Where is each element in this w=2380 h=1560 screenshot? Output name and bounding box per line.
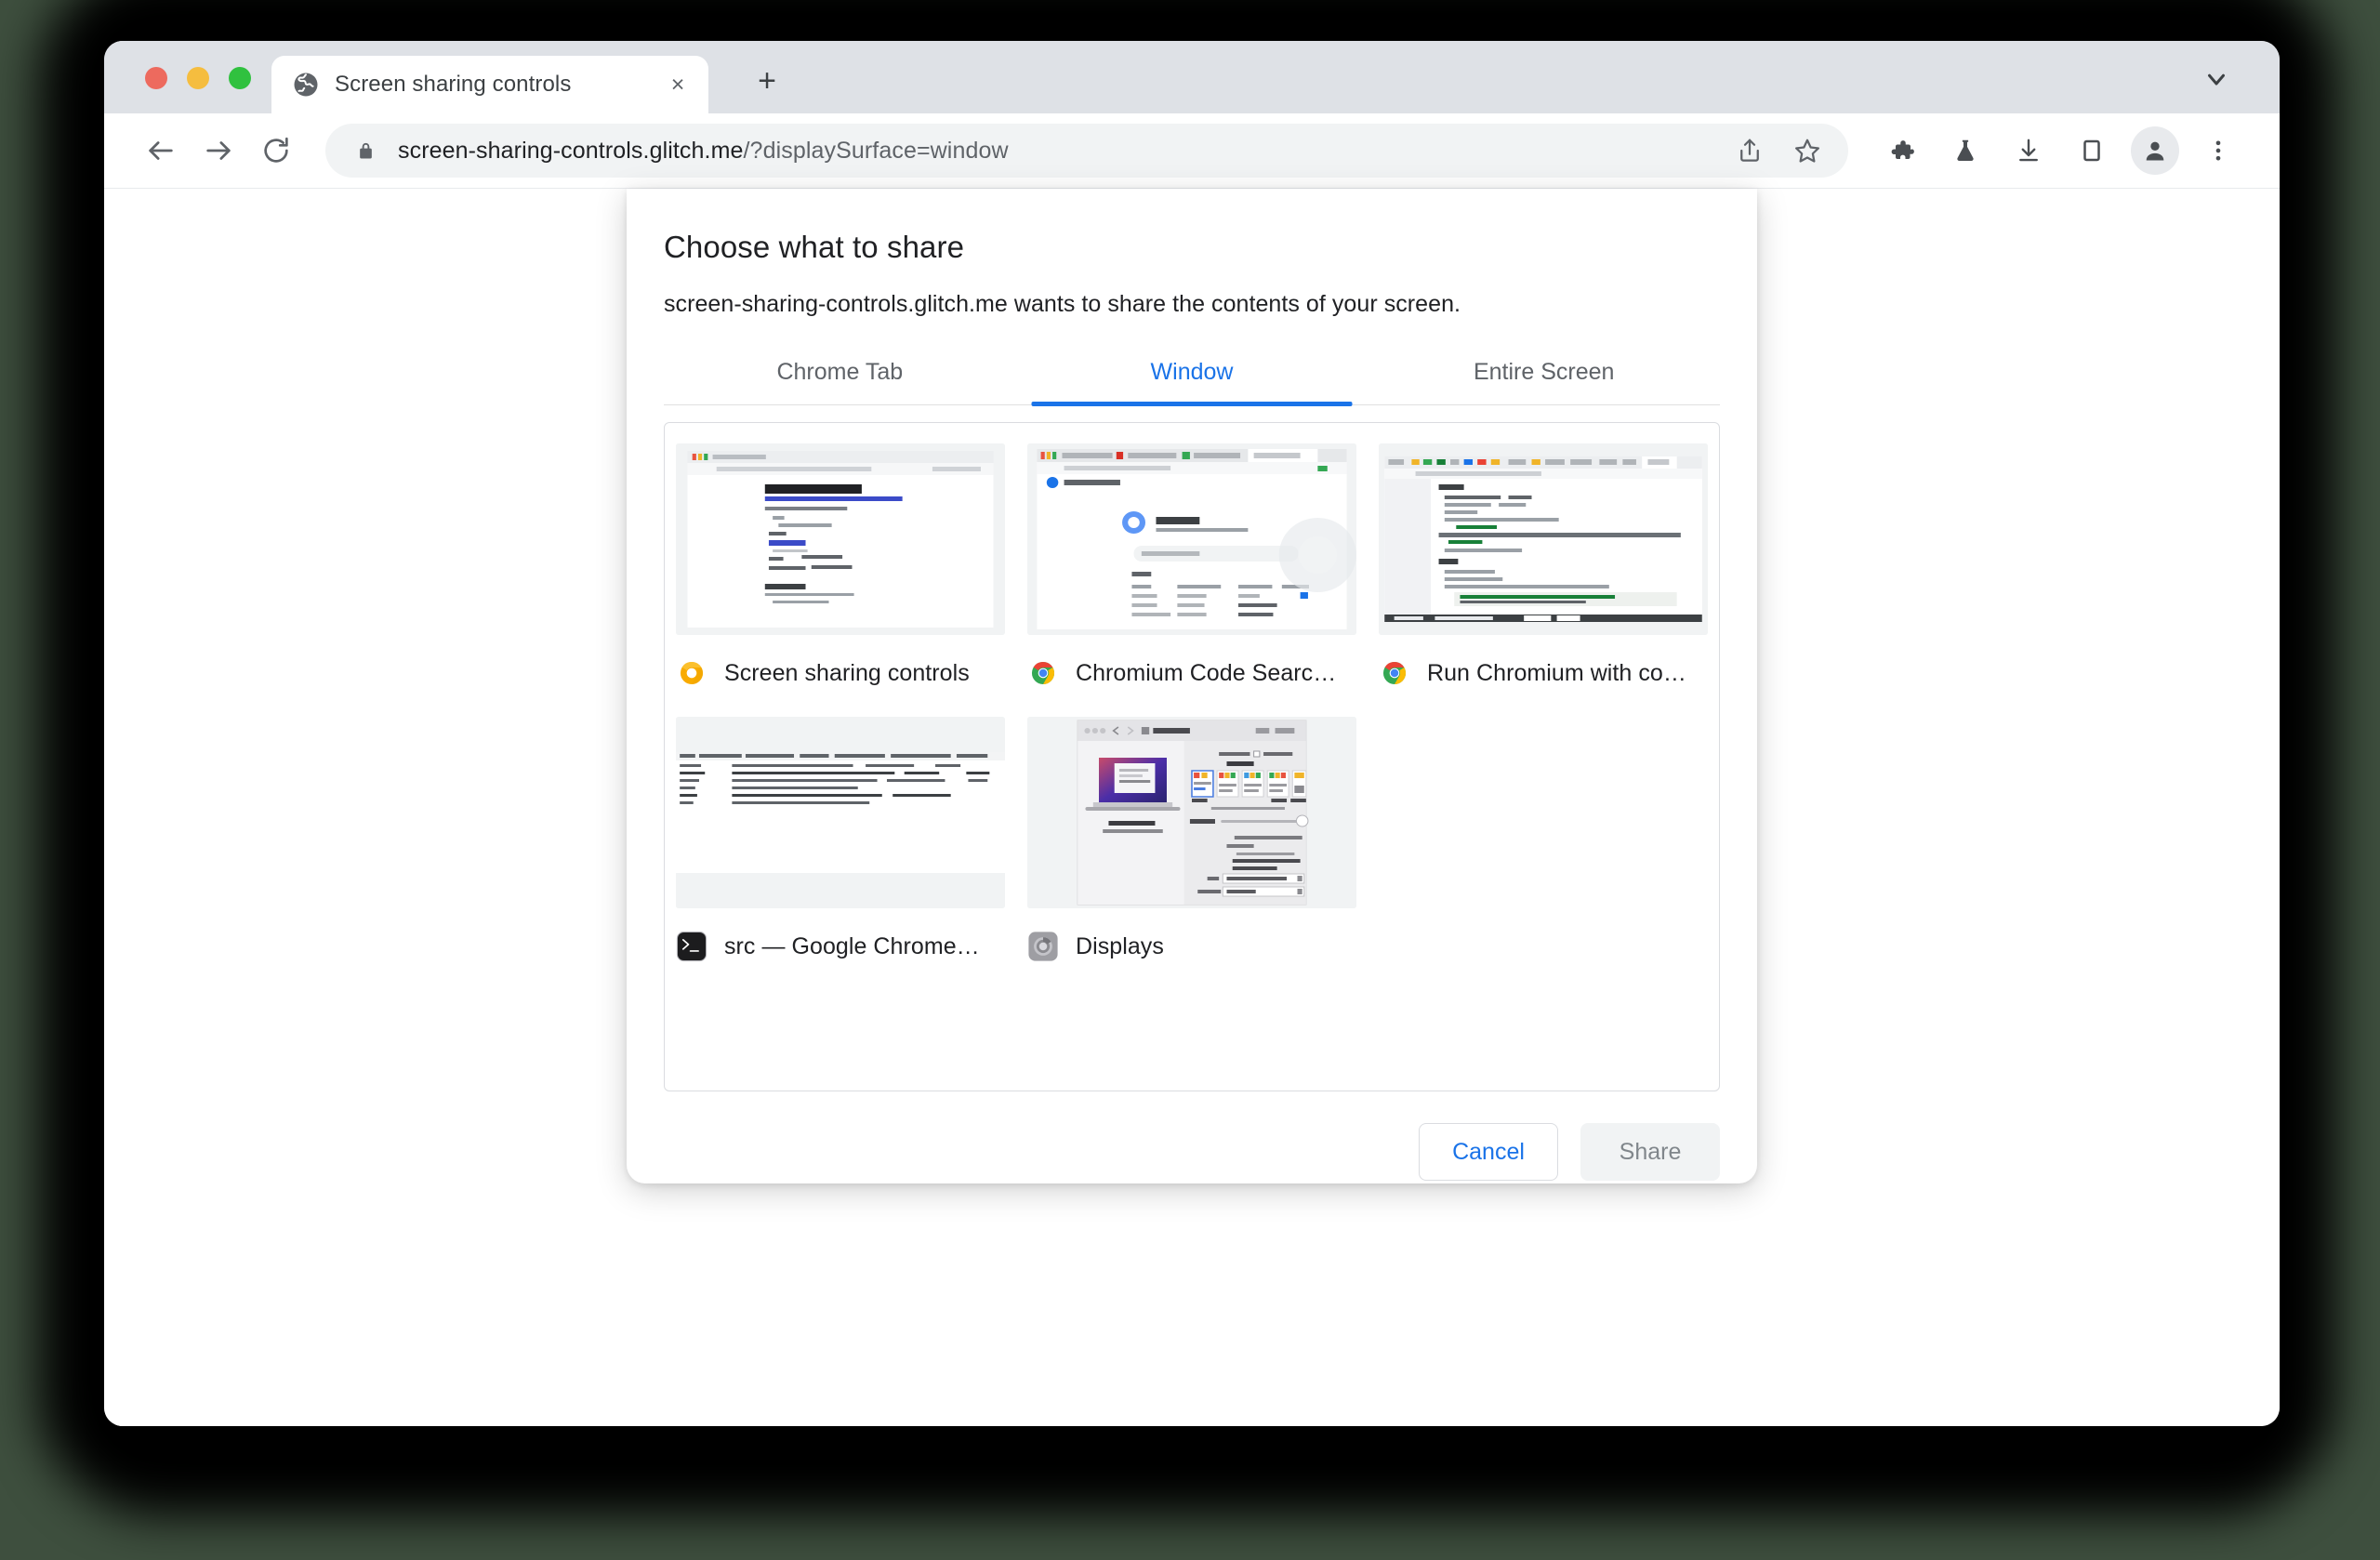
url-input[interactable]: screen-sharing-controls.glitch.me/?displ… [398, 138, 1009, 165]
browser-window: Screen sharing controls × + screen-shari… [104, 41, 2280, 1426]
close-window-button[interactable] [145, 67, 167, 89]
side-panel-icon[interactable] [2068, 126, 2116, 175]
dialog-footer: Cancel Share [664, 1091, 1720, 1214]
source-label-row: Screen sharing controls [676, 657, 1005, 689]
three-dot-menu-icon[interactable] [2194, 126, 2242, 175]
source-label-row: Run Chromium with co… [1379, 657, 1708, 689]
lock-icon[interactable] [353, 139, 377, 163]
source-label: src — Google Chrome… [724, 932, 980, 959]
tab-chrome-tab[interactable]: Chrome Tab [664, 348, 1016, 404]
source-label: Screen sharing controls [724, 659, 970, 686]
url-path: /?displaySurface=window [743, 137, 1009, 164]
tab-strip: Screen sharing controls × + [104, 41, 2280, 113]
dialog-title: Choose what to share [664, 230, 965, 264]
cancel-button[interactable]: Cancel [1419, 1123, 1558, 1181]
download-icon[interactable] [2004, 126, 2053, 175]
source-label-row: Displays [1027, 931, 1356, 962]
browser-tab[interactable]: Screen sharing controls × [271, 56, 708, 113]
displays-prefs-icon [1027, 931, 1059, 962]
source-item-src-google-chrome[interactable]: src — Google Chrome… [670, 711, 1011, 985]
share-icon[interactable] [1726, 126, 1774, 175]
terminal-icon [676, 931, 707, 962]
chrome-icon [1379, 657, 1410, 689]
share-dialog: Choose what to share screen-sharing-cont… [627, 189, 1757, 1183]
source-label-row: src — Google Chrome… [676, 931, 1005, 962]
source-item-chromium-code-search[interactable]: Chromium Code Searc… [1022, 438, 1362, 711]
source-thumbnail [1027, 443, 1356, 635]
source-list-container: Screen sharing controls Chromium Code Se… [664, 422, 1720, 1091]
share-button[interactable]: Share [1580, 1123, 1720, 1181]
source-grid: Screen sharing controls Chromium Code Se… [665, 438, 1719, 985]
puzzle-icon[interactable] [1878, 126, 1926, 175]
close-icon[interactable]: × [662, 69, 694, 100]
tab-window[interactable]: Window [1016, 348, 1368, 404]
globe-icon [292, 71, 320, 99]
source-label: Chromium Code Searc… [1076, 659, 1337, 686]
toolbar-action-icons [1878, 126, 2242, 175]
source-thumbnail [676, 443, 1005, 635]
source-thumbnail [1027, 717, 1356, 908]
forward-arrow-icon[interactable] [190, 122, 247, 179]
dialog-subtitle: screen-sharing-controls.glitch.me wants … [664, 291, 1461, 317]
source-thumbnail [1379, 443, 1708, 635]
tab-title: Screen sharing controls [335, 72, 572, 97]
reload-icon[interactable] [247, 122, 305, 179]
source-label-row: Chromium Code Searc… [1027, 657, 1356, 689]
minimize-window-button[interactable] [187, 67, 209, 89]
source-item-displays[interactable]: Displays [1022, 711, 1362, 985]
maximize-window-button[interactable] [229, 67, 251, 89]
source-item-screen-sharing-controls[interactable]: Screen sharing controls [670, 438, 1011, 711]
flask-icon[interactable] [1941, 126, 1990, 175]
source-label: Displays [1076, 932, 1164, 959]
address-bar[interactable]: screen-sharing-controls.glitch.me/?displ… [325, 124, 1848, 178]
source-item-run-chromium[interactable]: Run Chromium with co… [1373, 438, 1713, 711]
traffic-light-controls [145, 67, 251, 89]
new-tab-button[interactable]: + [746, 59, 788, 102]
star-icon[interactable] [1783, 126, 1831, 175]
source-label: Run Chromium with co… [1427, 659, 1686, 686]
back-arrow-icon[interactable] [132, 122, 190, 179]
dialog-tabs: Chrome Tab Window Entire Screen [664, 348, 1720, 405]
page-content: Choose what to share screen-sharing-cont… [104, 188, 2280, 1426]
browser-toolbar: screen-sharing-controls.glitch.me/?displ… [104, 113, 2280, 188]
source-thumbnail [676, 717, 1005, 908]
profile-avatar-icon[interactable] [2131, 126, 2179, 175]
url-domain: screen-sharing-controls.glitch.me [398, 137, 744, 164]
chrome-icon [1027, 657, 1059, 689]
tab-entire-screen[interactable]: Entire Screen [1368, 348, 1720, 404]
omnibox-actions [1726, 126, 1831, 175]
chrome-canary-icon [676, 657, 707, 689]
chevron-down-icon[interactable] [2196, 59, 2237, 99]
